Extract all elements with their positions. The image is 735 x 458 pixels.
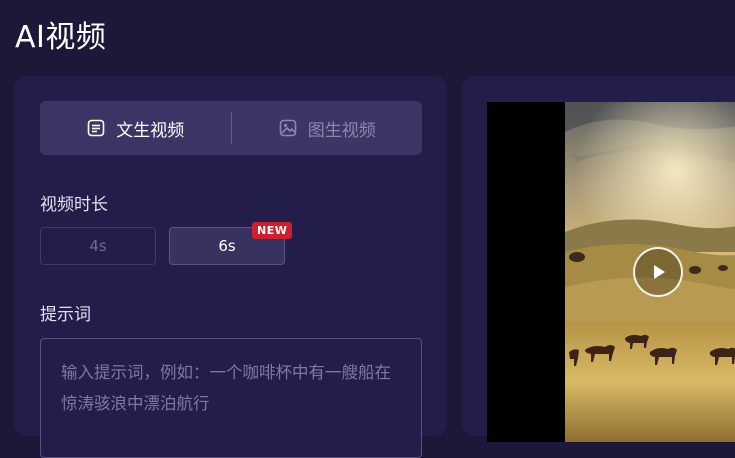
mode-tabs: 文生视频 图生视频	[40, 101, 422, 155]
duration-label: 视频时长	[40, 195, 108, 215]
tab-label: 文生视频	[116, 120, 185, 141]
video-preview[interactable]	[487, 102, 735, 442]
new-badge: NEW	[252, 222, 293, 239]
generation-settings-panel: 文生视频 图生视频 视频时长 4s 6s NEW 提示词 输入提示词，例如：一个…	[14, 76, 447, 458]
document-icon	[86, 118, 106, 138]
image-icon	[278, 118, 298, 138]
prompt-input[interactable]: 输入提示词，例如：一个咖啡杯中有一艘船在惊涛骇浪中漂泊航行	[40, 338, 422, 458]
tab-image-to-video[interactable]: 图生视频	[232, 101, 423, 155]
page-title: AI视频	[15, 20, 107, 55]
prompt-label: 提示词	[40, 305, 91, 325]
play-button[interactable]	[633, 247, 683, 297]
tab-text-to-video[interactable]: 文生视频	[40, 101, 231, 155]
tab-label: 图生视频	[307, 120, 376, 141]
duration-option-4s[interactable]: 4s	[40, 227, 156, 265]
play-icon	[654, 265, 665, 279]
